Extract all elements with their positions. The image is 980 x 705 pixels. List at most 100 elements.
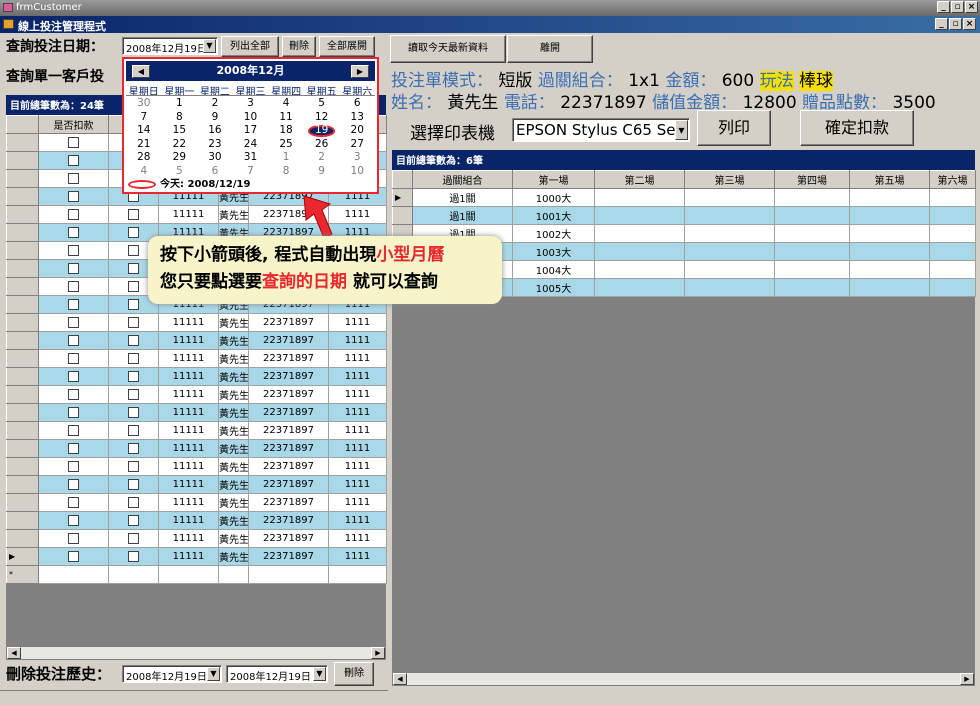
code-cell[interactable]: 11111: [159, 548, 219, 566]
close-button[interactable]: ×: [963, 18, 976, 30]
flag-checkbox[interactable]: [128, 533, 139, 544]
prev-month-button[interactable]: ◀: [132, 65, 150, 78]
row-header[interactable]: [7, 134, 39, 152]
deduct-checkbox[interactable]: [68, 191, 79, 202]
name-cell[interactable]: 黃先生: [219, 206, 249, 224]
table-row[interactable]: 11111黃先生223718971111: [7, 404, 387, 422]
table-row[interactable]: 11111黃先生223718971111: [7, 512, 387, 530]
name-cell[interactable]: 黃先生: [219, 548, 249, 566]
name-cell[interactable]: 黃先生: [219, 530, 249, 548]
table-row[interactable]: 11111黃先生223718971111: [7, 314, 387, 332]
scroll-left-icon[interactable]: ◀: [7, 647, 21, 659]
name-cell[interactable]: 黃先生: [219, 404, 249, 422]
outer-minimize-button[interactable]: _: [937, 1, 950, 13]
calendar-day[interactable]: 4: [268, 97, 304, 111]
deduct-checkbox[interactable]: [68, 335, 79, 346]
history-from-date[interactable]: 2008年12月19日 ▼: [122, 665, 222, 683]
row-header[interactable]: [7, 422, 39, 440]
code-cell[interactable]: 11111: [159, 206, 219, 224]
deduct-checkbox[interactable]: [68, 515, 79, 526]
combo-cell[interactable]: 過1關: [413, 207, 513, 225]
delete-button[interactable]: 刪除: [282, 36, 316, 57]
calendar-day[interactable]: 27: [339, 138, 375, 152]
deduct-cell[interactable]: [39, 188, 109, 206]
row-header[interactable]: *: [7, 566, 39, 584]
right-horizontal-scrollbar[interactable]: ◀ ▶: [392, 672, 975, 686]
flag-cell[interactable]: [109, 314, 159, 332]
name-cell[interactable]: 黃先生: [219, 476, 249, 494]
calendar-day[interactable]: 26: [304, 138, 340, 152]
code-cell[interactable]: 11111: [159, 494, 219, 512]
calendar-day[interactable]: 31: [233, 151, 269, 165]
deduct-checkbox[interactable]: [68, 209, 79, 220]
last-cell[interactable]: 1111: [329, 512, 387, 530]
deduct-cell[interactable]: [39, 566, 109, 584]
flag-cell[interactable]: [109, 368, 159, 386]
calendar-day[interactable]: 6: [339, 97, 375, 111]
row-header[interactable]: [7, 494, 39, 512]
last-cell[interactable]: 1111: [329, 404, 387, 422]
deduct-checkbox[interactable]: [68, 299, 79, 310]
game-cell[interactable]: [850, 189, 930, 207]
game-cell[interactable]: [930, 207, 976, 225]
row-header[interactable]: [7, 458, 39, 476]
table-row[interactable]: 11111黃先生223718971111: [7, 350, 387, 368]
restore-button[interactable]: ▫: [949, 18, 962, 30]
calendar-day[interactable]: 9: [304, 165, 340, 179]
flag-checkbox[interactable]: [128, 317, 139, 328]
flag-checkbox[interactable]: [128, 425, 139, 436]
phone-cell[interactable]: 22371897: [249, 350, 329, 368]
flag-cell[interactable]: [109, 548, 159, 566]
calendar-day[interactable]: 24: [233, 138, 269, 152]
name-cell[interactable]: 黃先生: [219, 332, 249, 350]
phone-cell[interactable]: 22371897: [249, 440, 329, 458]
deduct-cell[interactable]: [39, 152, 109, 170]
code-cell[interactable]: 11111: [159, 368, 219, 386]
deduct-checkbox[interactable]: [68, 155, 79, 166]
calendar-day[interactable]: 20: [339, 124, 375, 138]
game-cell[interactable]: [595, 207, 685, 225]
calendar-day[interactable]: 29: [162, 151, 198, 165]
table-row[interactable]: 11111黃先生223718971111: [7, 386, 387, 404]
outer-restore-button[interactable]: ▫: [951, 1, 964, 13]
minimize-button[interactable]: _: [935, 18, 948, 30]
deduct-checkbox[interactable]: [68, 479, 79, 490]
row-header[interactable]: ▶: [7, 548, 39, 566]
row-header[interactable]: [7, 314, 39, 332]
code-cell[interactable]: 11111: [159, 332, 219, 350]
flag-cell[interactable]: [109, 386, 159, 404]
calendar-day[interactable]: 12: [304, 111, 340, 125]
calendar-day[interactable]: 11: [268, 111, 304, 125]
flag-checkbox[interactable]: [128, 551, 139, 562]
name-cell[interactable]: 黃先生: [219, 440, 249, 458]
flag-cell[interactable]: [109, 440, 159, 458]
deduct-checkbox[interactable]: [68, 245, 79, 256]
scroll-right-icon[interactable]: ▶: [960, 673, 974, 685]
flag-checkbox[interactable]: [128, 299, 139, 310]
table-row[interactable]: 11111黃先生223718971111: [7, 368, 387, 386]
last-cell[interactable]: 1111: [329, 332, 387, 350]
row-header[interactable]: [7, 260, 39, 278]
calendar-day[interactable]: 22: [162, 138, 198, 152]
phone-cell[interactable]: [249, 566, 329, 584]
table-row[interactable]: 11111黃先生223718971111: [7, 458, 387, 476]
deduct-cell[interactable]: [39, 440, 109, 458]
name-cell[interactable]: 黃先生: [219, 386, 249, 404]
flag-cell[interactable]: [109, 512, 159, 530]
game-cell[interactable]: [775, 225, 850, 243]
col-header[interactable]: 第一場: [513, 171, 595, 189]
chevron-down-icon[interactable]: ▼: [675, 120, 688, 140]
game-cell[interactable]: [850, 261, 930, 279]
flag-cell[interactable]: [109, 566, 159, 584]
combo-cell[interactable]: 過1關: [413, 189, 513, 207]
table-row[interactable]: *: [7, 566, 387, 584]
calendar-day[interactable]: 14: [126, 124, 162, 138]
phone-cell[interactable]: 22371897: [249, 476, 329, 494]
last-cell[interactable]: [329, 566, 387, 584]
flag-checkbox[interactable]: [128, 443, 139, 454]
phone-cell[interactable]: 22371897: [249, 494, 329, 512]
next-month-button[interactable]: ▶: [351, 65, 369, 78]
calendar-day[interactable]: 15: [162, 124, 198, 138]
calendar-day[interactable]: 8: [268, 165, 304, 179]
code-cell[interactable]: 11111: [159, 386, 219, 404]
